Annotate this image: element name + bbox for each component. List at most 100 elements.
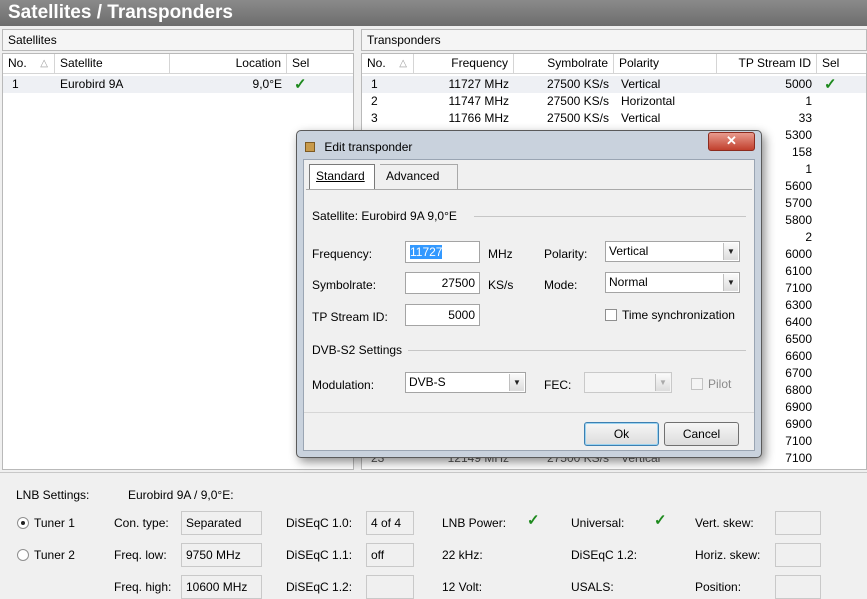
universal-label: Universal: <box>571 516 625 530</box>
khz22-label: 22 kHz: <box>442 548 483 562</box>
diseqc10-label: DiSEqC 1.0: <box>286 516 353 530</box>
freq-high-value: 10600 MHz <box>181 575 262 599</box>
satellites-group-header: Satellites <box>2 29 354 51</box>
tp-stream-id: 5000 <box>785 77 812 91</box>
mode-value: Normal <box>609 275 648 289</box>
symbolrate-unit: KS/s <box>488 278 514 292</box>
frequency-value: 11727 <box>410 245 443 259</box>
col-header-polarity[interactable]: Polarity <box>614 54 717 74</box>
fec-label: FEC: <box>544 378 572 392</box>
col-header-no[interactable]: No. △ <box>3 54 55 74</box>
symbolrate-input[interactable]: 27500 <box>405 272 480 294</box>
tab-divider <box>306 189 752 190</box>
col-header-no-label: No. <box>8 56 27 70</box>
cancel-button[interactable]: Cancel <box>664 422 739 446</box>
con-type-value: Separated <box>181 511 262 535</box>
close-icon: ✕ <box>726 133 737 148</box>
col-header-frequency[interactable]: Frequency <box>414 54 514 74</box>
freq-low-value: 9750 MHz <box>181 543 262 567</box>
checkmark-icon: ✓ <box>654 512 667 529</box>
checkmark-icon: ✓ <box>294 76 307 93</box>
tp-frequency: 11747 MHz <box>448 94 509 108</box>
transponders-group-header: Transponders <box>361 29 867 51</box>
time-sync-label[interactable]: Time synchronization <box>622 307 735 323</box>
volt12-label: 12 Volt: <box>442 580 483 594</box>
col-header-tp-stream-id[interactable]: TP Stream ID <box>717 54 817 74</box>
tuner2-radio[interactable] <box>17 549 29 561</box>
diseqc12-label: DiSEqC 1.2: <box>286 580 353 594</box>
table-row[interactable]: 1 11727 MHz 27500 KS/s Vertical 5000 ✓ <box>362 76 866 93</box>
chevron-down-icon: ▼ <box>509 374 524 391</box>
table-row[interactable]: 1 Eurobird 9A 9,0°E ✓ <box>3 76 353 93</box>
tp-no: 3 <box>371 111 378 125</box>
tuner1-radio[interactable] <box>17 517 29 529</box>
tp-frequency: 11766 MHz <box>448 111 509 125</box>
tp-stream-id-input[interactable]: 5000 <box>405 304 480 326</box>
sat-location: 9,0°E <box>252 77 282 91</box>
tab-advanced-label: Advanced <box>386 169 440 183</box>
tuner2-label[interactable]: Tuner 2 <box>34 547 75 563</box>
position-value <box>775 575 821 599</box>
table-row[interactable]: 3 11766 MHz 27500 KS/s Vertical 33 <box>362 110 866 127</box>
dialog-title: Edit transponder <box>324 140 413 154</box>
mode-select[interactable]: Normal ▼ <box>605 272 740 293</box>
freq-low-label: Freq. low: <box>114 548 167 562</box>
tp-stream-id-label: TP Stream ID: <box>312 310 388 324</box>
horiz-skew-label: Horiz. skew: <box>695 548 761 562</box>
frequency-input[interactable]: 11727 <box>405 241 480 263</box>
ok-button[interactable]: Ok <box>584 422 659 446</box>
tp-no: 2 <box>371 94 378 108</box>
divider <box>304 412 754 413</box>
divider <box>408 350 746 351</box>
tab-standard[interactable]: Standard <box>309 164 375 189</box>
modulation-label: Modulation: <box>312 378 375 392</box>
diseqc10-value: 4 of 4 <box>366 511 414 535</box>
horiz-skew-value <box>775 543 821 567</box>
fec-select[interactable]: ▼ <box>584 372 672 393</box>
close-button[interactable]: ✕ <box>708 132 755 151</box>
polarity-select[interactable]: Vertical ▼ <box>605 241 740 262</box>
col-header-no[interactable]: No. △ <box>362 54 414 74</box>
table-row[interactable]: 2 11747 MHz 27500 KS/s Horizontal 1 <box>362 93 866 110</box>
tuner1-label[interactable]: Tuner 1 <box>34 515 75 531</box>
symbolrate-label: Symbolrate: <box>312 278 377 292</box>
edit-transponder-dialog: Edit transponder ✕ Standard Advanced Sat… <box>296 130 762 458</box>
divider <box>474 216 746 217</box>
col-header-sel[interactable]: Sel <box>287 54 353 74</box>
checkmark-icon: ✓ <box>527 512 540 529</box>
mode-label: Mode: <box>544 278 578 292</box>
tab-advanced[interactable]: Advanced <box>380 164 458 189</box>
polarity-label: Polarity: <box>544 247 588 261</box>
lnb-settings-label: LNB Settings: <box>16 488 90 502</box>
dialog-body: Standard Advanced Satellite: Eurobird 9A… <box>303 159 755 451</box>
tp-polarity: Horizontal <box>621 94 676 108</box>
pilot-checkbox[interactable] <box>691 378 703 390</box>
col-header-location[interactable]: Location <box>170 54 287 74</box>
diseqc12-value <box>366 575 414 599</box>
tp-polarity: Vertical <box>621 77 661 91</box>
vert-skew-value <box>775 511 821 535</box>
checkmark-icon: ✓ <box>824 76 837 93</box>
lnb-settings-panel: LNB Settings: Eurobird 9A / 9,0°E: Tuner… <box>0 472 867 599</box>
dialog-titlebar[interactable]: Edit transponder <box>305 137 412 157</box>
diseqc11-label: DiSEqC 1.1: <box>286 548 353 562</box>
tp-frequency: 11727 MHz <box>448 77 509 91</box>
pilot-label: Pilot <box>708 377 732 391</box>
tp-symbolrate: 27500 KS/s <box>546 111 609 125</box>
frequency-label: Frequency: <box>312 247 373 261</box>
sat-no: 1 <box>12 77 19 91</box>
col-header-satellite[interactable]: Satellite <box>55 54 170 74</box>
tab-standard-label: Standard <box>316 169 365 183</box>
modulation-select[interactable]: DVB-S ▼ <box>405 372 526 393</box>
tp-stream-id: 1 <box>805 94 812 108</box>
sort-ascending-icon: △ <box>399 58 407 69</box>
satellite-line: Satellite: Eurobird 9A 9,0°E <box>312 209 457 223</box>
col-header-symbolrate[interactable]: Symbolrate <box>514 54 614 74</box>
sat-name: Eurobird 9A <box>60 77 124 91</box>
modulation-value: DVB-S <box>409 375 446 389</box>
frequency-unit: MHz <box>488 247 513 261</box>
col-header-sel[interactable]: Sel <box>817 54 866 74</box>
time-sync-checkbox[interactable] <box>605 309 617 321</box>
lnb-power-label: LNB Power: <box>442 516 507 530</box>
tp-stream-id: 33 <box>798 111 812 125</box>
